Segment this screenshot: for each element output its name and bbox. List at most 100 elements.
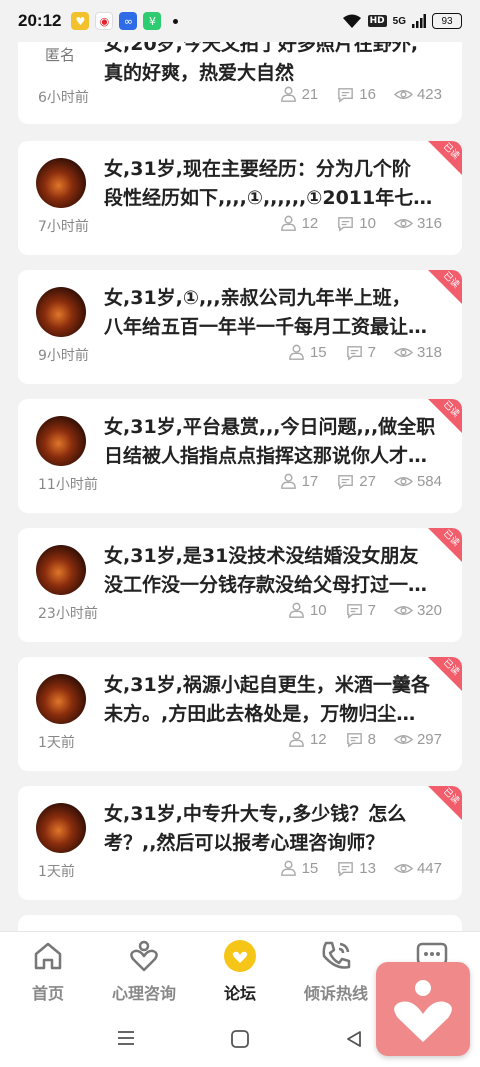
comment-icon bbox=[346, 346, 362, 361]
post-card[interactable]: 女,31岁,现在主要经历：分为几个阶 段性经历如下,,,,①,,,,,,①2011… bbox=[18, 141, 462, 255]
post-time: 23小时前 bbox=[38, 606, 98, 622]
notification-app-icon: ∞ bbox=[119, 12, 138, 30]
post-stats: 15 13 447 bbox=[265, 859, 442, 878]
like-icon bbox=[289, 602, 304, 618]
like-stat[interactable]: 10 bbox=[287, 601, 327, 620]
like-icon bbox=[280, 86, 296, 102]
post-card[interactable]: 女,31岁,①,,,亲叔公司九年半上班， 八年给五百一年半一千每月工资最让… 9小… bbox=[18, 270, 462, 384]
phone-icon bbox=[322, 941, 351, 969]
view-stat: 447 bbox=[393, 859, 442, 878]
post-stats: 12 8 297 bbox=[273, 730, 442, 749]
avatar[interactable] bbox=[36, 545, 86, 595]
post-stats: 12 10 316 bbox=[265, 214, 442, 233]
view-stat: 423 bbox=[393, 85, 442, 104]
weibo-icon: ◉ bbox=[95, 12, 114, 30]
comment-stat[interactable]: 7 bbox=[345, 343, 376, 362]
post-stats: 21 16 423 bbox=[265, 85, 442, 104]
comment-icon bbox=[338, 88, 354, 103]
home-icon bbox=[34, 942, 62, 970]
view-stat: 318 bbox=[393, 343, 442, 362]
post-stats: 15 7 318 bbox=[273, 343, 442, 362]
floating-assistant-button[interactable] bbox=[376, 962, 470, 1056]
view-stat: 297 bbox=[393, 730, 442, 749]
like-icon bbox=[280, 860, 296, 876]
tab-hotline[interactable]: 倾诉热线 bbox=[288, 938, 384, 1004]
avatar[interactable] bbox=[36, 287, 86, 337]
post-stats: 10 7 320 bbox=[273, 601, 442, 620]
post-card[interactable]: 女,31岁,是31没技术没结婚没女朋友 没工作没一分钱存款没给父母打过一… 23小… bbox=[18, 528, 462, 642]
heart-person-icon bbox=[130, 940, 158, 972]
forum-icon bbox=[224, 940, 256, 972]
like-stat[interactable]: 12 bbox=[279, 214, 318, 233]
like-stat[interactable]: 15 bbox=[287, 343, 327, 362]
like-stat[interactable]: 12 bbox=[287, 730, 327, 749]
comment-icon bbox=[346, 733, 362, 748]
tab-home[interactable]: 首页 bbox=[0, 938, 96, 1004]
like-icon bbox=[280, 215, 296, 231]
eye-icon bbox=[393, 218, 413, 229]
post-title: 女,31岁,中专升大专,,多少钱？怎么 考？,,然后可以报考心理咨询师？ bbox=[104, 803, 407, 854]
post-time: 11小时前 bbox=[38, 477, 98, 493]
like-icon bbox=[280, 473, 296, 489]
more-notifications-dot bbox=[173, 18, 179, 24]
eye-icon bbox=[393, 734, 413, 745]
eye-icon bbox=[393, 605, 413, 616]
post-card[interactable]: 女,31岁,祸源小起自更生，米酒一羹各 未方。,方田此去格处是，万物归尘… 1天前… bbox=[18, 657, 462, 771]
post-title: 女,31岁,①,,,亲叔公司九年半上班， 八年给五百一年半一千每月工资最让… bbox=[104, 287, 428, 338]
post-time: 7小时前 bbox=[38, 219, 89, 235]
comment-icon bbox=[338, 862, 354, 877]
notification-app-icon: ♥ bbox=[71, 12, 90, 30]
comment-stat[interactable]: 7 bbox=[345, 601, 376, 620]
post-card[interactable]: 女,31岁,中专升大专,,多少钱？怎么 考？,,然后可以报考心理咨询师？ 1天前 … bbox=[18, 786, 462, 900]
view-stat: 316 bbox=[393, 214, 442, 233]
back-nav-icon[interactable] bbox=[344, 1029, 364, 1049]
post-title: 女,31岁,祸源小起自更生，米酒一羹各 未方。,方田此去格处是，万物归尘… bbox=[104, 674, 430, 725]
heart-person-icon bbox=[394, 980, 452, 1042]
post-stats: 17 27 584 bbox=[265, 472, 442, 491]
comment-icon bbox=[346, 604, 362, 619]
comment-icon bbox=[338, 475, 354, 490]
post-title: 女,31岁,是31没技术没结婚没女朋友 没工作没一分钱存款没给父母打过一… bbox=[104, 545, 428, 596]
post-title: 女,31岁,平台悬赏,,,今日问题,,,做全职 日结被人指指点点指挥这那说你人才… bbox=[104, 416, 436, 467]
comment-icon bbox=[338, 217, 354, 232]
avatar[interactable] bbox=[36, 803, 86, 853]
avatar[interactable] bbox=[36, 416, 86, 466]
post-card[interactable]: 女,31岁,平台悬赏,,,今日问题,,,做全职 日结被人指指点点指挥这那说你人才…… bbox=[18, 399, 462, 513]
eye-icon bbox=[393, 347, 413, 358]
status-bar: 20:12 ♥ ◉ ∞ ¥ HD 5G 93 bbox=[0, 0, 480, 42]
like-stat[interactable]: 17 bbox=[279, 472, 318, 491]
post-title: 女,31岁,现在主要经历：分为几个阶 段性经历如下,,,,①,,,,,,①2011… bbox=[104, 158, 433, 209]
avatar[interactable] bbox=[36, 158, 86, 208]
post-time: 6小时前 bbox=[38, 90, 89, 106]
post-time: 1天前 bbox=[38, 864, 75, 880]
post-time: 9小时前 bbox=[38, 348, 89, 364]
like-icon bbox=[289, 731, 304, 747]
eye-icon bbox=[393, 863, 413, 874]
eye-icon bbox=[393, 476, 413, 487]
comment-stat[interactable]: 10 bbox=[336, 214, 376, 233]
anonymous-avatar: 匿名 bbox=[45, 46, 76, 64]
hd-icon: HD bbox=[367, 15, 387, 27]
signal-icon bbox=[412, 14, 426, 28]
view-stat: 584 bbox=[393, 472, 442, 491]
wifi-icon bbox=[342, 14, 361, 28]
like-stat[interactable]: 21 bbox=[279, 85, 318, 104]
menu-nav-icon[interactable] bbox=[116, 1029, 136, 1047]
comment-stat[interactable]: 16 bbox=[336, 85, 376, 104]
comment-stat[interactable]: 8 bbox=[345, 730, 376, 749]
like-icon bbox=[289, 344, 304, 360]
avatar[interactable] bbox=[36, 674, 86, 724]
notification-app-icon: ¥ bbox=[143, 12, 162, 30]
clock: 20:12 bbox=[18, 11, 62, 30]
home-nav-icon[interactable] bbox=[230, 1029, 250, 1049]
tab-forum[interactable]: 论坛 bbox=[192, 938, 288, 1004]
comment-stat[interactable]: 13 bbox=[336, 859, 376, 878]
view-stat: 320 bbox=[393, 601, 442, 620]
post-time: 1天前 bbox=[38, 735, 75, 751]
signal-5g-label: 5G bbox=[392, 15, 406, 27]
battery-icon: 93 bbox=[432, 13, 462, 29]
comment-stat[interactable]: 27 bbox=[336, 472, 376, 491]
tab-consult[interactable]: 心理咨询 bbox=[96, 938, 192, 1004]
like-stat[interactable]: 15 bbox=[279, 859, 318, 878]
eye-icon bbox=[393, 89, 413, 100]
